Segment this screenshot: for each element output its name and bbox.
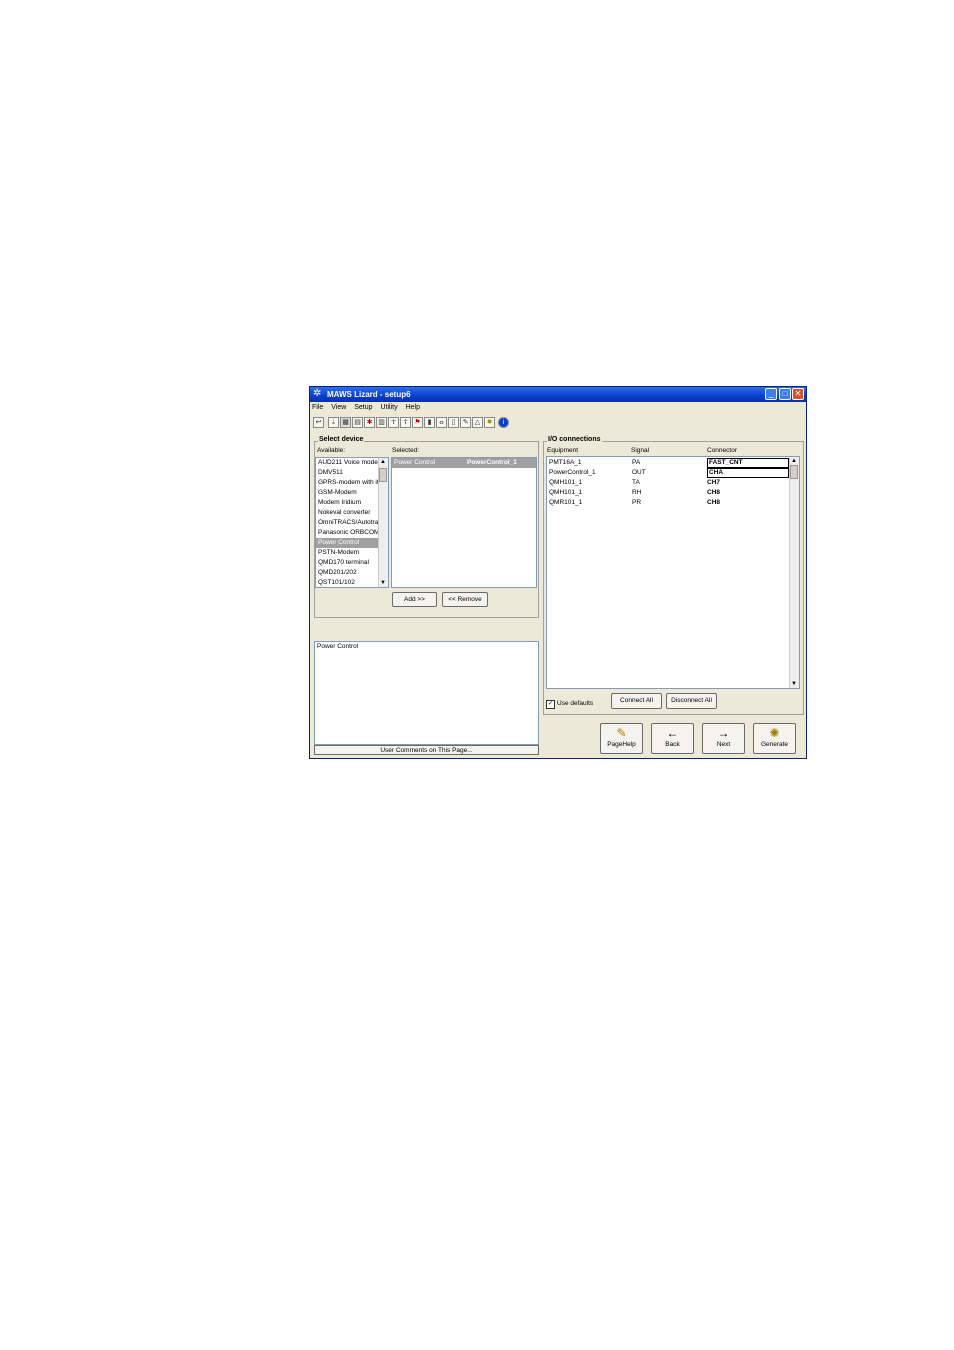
next-button[interactable]: → Next bbox=[702, 723, 745, 754]
io-row[interactable]: PMT16A_1 PA FAST_CNT bbox=[547, 458, 789, 468]
io-connector-cell[interactable]: FAST_CNT bbox=[707, 458, 789, 468]
add-button[interactable]: Add >> bbox=[392, 592, 437, 607]
io-signal-cell: PR bbox=[632, 499, 642, 506]
gear-icon[interactable]: ✹ bbox=[484, 417, 495, 428]
io-signal-cell: PA bbox=[632, 459, 641, 466]
io-connector-cell[interactable]: CH7 bbox=[707, 478, 720, 488]
io-signal-cell: RH bbox=[632, 489, 642, 496]
back-arrow-icon[interactable]: ↩ bbox=[313, 417, 324, 428]
io-equipment-cell: PMT16A_1 bbox=[549, 459, 582, 466]
logger-icon[interactable]: ▥ bbox=[376, 417, 387, 428]
next-label: Next bbox=[716, 741, 731, 748]
flag-icon[interactable]: ⚑ bbox=[412, 417, 423, 428]
menu-help[interactable]: Help bbox=[406, 404, 420, 411]
menu-utility[interactable]: Utility bbox=[380, 404, 397, 411]
io-equipment-cell: PowerControl_1 bbox=[549, 469, 596, 476]
close-button[interactable]: ✕ bbox=[792, 388, 804, 400]
io-row[interactable]: QMH101_1 TA CH7 bbox=[547, 478, 787, 488]
back-arrow-nav-icon: ← bbox=[666, 726, 679, 740]
next-arrow-icon: → bbox=[717, 726, 730, 740]
window-title: MAWS Lizard - setup6 bbox=[327, 390, 411, 399]
io-connections-title: I/O connections bbox=[547, 436, 602, 443]
io-scroll-thumb[interactable] bbox=[790, 465, 798, 479]
io-scroll-up-icon[interactable]: ▲ bbox=[790, 457, 798, 465]
io-equipment-cell: QMH101_1 bbox=[549, 489, 583, 496]
selected-label: Selected: bbox=[392, 447, 420, 454]
scroll-thumb[interactable] bbox=[379, 468, 387, 482]
io-equipment-cell: QMR101_1 bbox=[549, 499, 583, 506]
pagehelp-icon: ✎ bbox=[616, 726, 627, 740]
generate-gears-icon: ✺ bbox=[769, 726, 780, 740]
io-scroll-down-icon[interactable]: ▼ bbox=[790, 680, 798, 688]
selected-list[interactable]: Power Control PowerControl_1 bbox=[391, 457, 537, 588]
comments-text: Power Control bbox=[317, 643, 359, 650]
comments-box[interactable]: Power Control bbox=[314, 641, 539, 745]
page-icon[interactable]: ▯ bbox=[448, 417, 459, 428]
user-comments-button[interactable]: User Comments on This Page... bbox=[314, 745, 539, 755]
back-label: Back bbox=[665, 741, 680, 748]
connector-header: Connector bbox=[707, 447, 737, 454]
person2-icon[interactable]: ☦ bbox=[400, 417, 411, 428]
available-label: Available: bbox=[317, 447, 346, 454]
selected-device-row[interactable]: Power Control PowerControl_1 bbox=[392, 458, 536, 468]
available-list[interactable]: AUD211 Voice modem DMV511 GPRS-modem with … bbox=[315, 457, 389, 588]
person-icon[interactable]: ☥ bbox=[388, 417, 399, 428]
dev-icon[interactable]: ▦ bbox=[340, 417, 351, 428]
maximize-button[interactable]: □ bbox=[779, 388, 791, 400]
use-defaults-label: Use defaults bbox=[557, 700, 594, 707]
io-connector-cell[interactable]: CH8 bbox=[707, 498, 720, 508]
io-connector-cell[interactable]: CHA bbox=[707, 468, 789, 478]
minimize-button[interactable]: _ bbox=[765, 388, 777, 400]
bike-icon[interactable]: ⴰ bbox=[436, 417, 447, 428]
selected-device-instance: PowerControl_1 bbox=[467, 459, 517, 466]
selected-device-name: Power Control bbox=[394, 459, 436, 466]
maws-lizard-window: ✲ MAWS Lizard - setup6 _ □ ✕ File View S… bbox=[309, 386, 807, 759]
io-row[interactable]: PowerControl_1 OUT CHA bbox=[547, 468, 789, 478]
network-icon[interactable]: ᛦ bbox=[328, 417, 339, 428]
connect-all-button[interactable]: Connect All bbox=[611, 693, 662, 709]
select-device-title: Select device bbox=[318, 436, 365, 443]
equipment-header: Equipment bbox=[547, 447, 579, 454]
use-defaults-checkbox[interactable]: ✓ bbox=[546, 700, 555, 709]
gauge-icon[interactable]: ▮ bbox=[424, 417, 435, 428]
back-button[interactable]: ← Back bbox=[651, 723, 694, 754]
pen-icon[interactable]: ✎ bbox=[460, 417, 471, 428]
io-signal-cell: OUT bbox=[632, 469, 646, 476]
io-row[interactable]: QMR101_1 PR CH8 bbox=[547, 498, 787, 508]
generate-button[interactable]: ✺ Generate bbox=[753, 723, 796, 754]
io-scrollbar[interactable]: ▲ ▼ bbox=[789, 457, 799, 688]
pagehelp-label: PageHelp bbox=[607, 741, 636, 748]
io-equipment-cell: QMH101_1 bbox=[549, 479, 583, 486]
bell-icon[interactable]: △ bbox=[472, 417, 483, 428]
io-table[interactable]: PMT16A_1 PA FAST_CNT PowerControl_1 OUT CHA QM… bbox=[546, 456, 800, 689]
disconnect-all-button[interactable]: Disconnect All bbox=[666, 693, 717, 709]
title-bar[interactable]: ✲ MAWS Lizard - setup6 _ □ ✕ bbox=[310, 387, 806, 402]
generate-label: Generate bbox=[760, 741, 789, 748]
dev2-icon[interactable]: ▤ bbox=[352, 417, 363, 428]
toolbar: ↩ ᛦ ▦ ▤ ✱ ▥ ☥ ☦ ⚑ ▮ ⴰ ▯ ✎ △ ✹ i bbox=[312, 416, 806, 430]
signal-header: Signal bbox=[631, 447, 650, 454]
menu-view[interactable]: View bbox=[331, 404, 346, 411]
scroll-down-icon[interactable]: ▼ bbox=[379, 579, 387, 587]
available-scrollbar[interactable]: ▲ ▼ bbox=[378, 458, 388, 587]
io-row[interactable]: QMH101_1 RH CH8 bbox=[547, 488, 787, 498]
io-connector-cell[interactable]: CH8 bbox=[707, 488, 720, 498]
pagehelp-button[interactable]: ✎ PageHelp bbox=[600, 723, 643, 754]
scroll-up-icon[interactable]: ▲ bbox=[379, 458, 387, 466]
menu-setup[interactable]: Setup bbox=[354, 404, 372, 411]
app-icon: ✲ bbox=[313, 388, 322, 399]
io-signal-cell: TA bbox=[632, 479, 640, 486]
menu-file[interactable]: File bbox=[312, 404, 323, 411]
remove-button[interactable]: << Remove bbox=[442, 592, 488, 607]
sensor-icon[interactable]: ✱ bbox=[364, 417, 375, 428]
info-icon[interactable]: i bbox=[498, 417, 509, 428]
menu-bar: File View Setup Utility Help bbox=[312, 404, 426, 414]
